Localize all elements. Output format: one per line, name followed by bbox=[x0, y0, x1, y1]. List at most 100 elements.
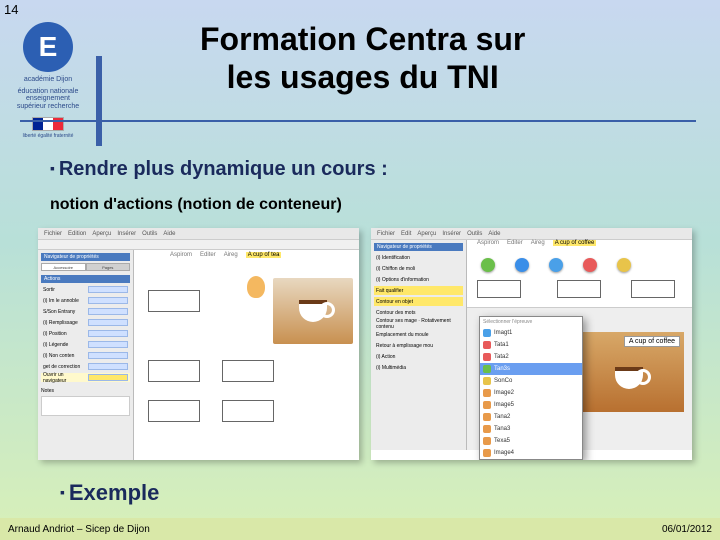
dropdown-item[interactable]: Tana2 bbox=[480, 411, 582, 423]
property-row[interactable]: (i) Im le annoble bbox=[41, 296, 130, 305]
panel-tab[interactable]: Pages bbox=[86, 263, 131, 271]
dropdown-item[interactable]: Image4 bbox=[480, 447, 582, 459]
menu-item[interactable]: Aide bbox=[163, 231, 175, 237]
color-dots bbox=[481, 258, 631, 272]
screenshot-left: Fichier Edition Aperçu Insérer Outils Ai… bbox=[38, 228, 359, 460]
dropdown-item-label: Imagt1 bbox=[494, 330, 512, 336]
menu-item[interactable]: Insérer bbox=[117, 231, 136, 237]
property-row[interactable]: (i) Chiffon de moli bbox=[374, 264, 463, 273]
divider-vertical bbox=[96, 56, 102, 146]
dropdown-item[interactable]: Texa5 bbox=[480, 435, 582, 447]
prop-value[interactable] bbox=[88, 341, 128, 348]
color-swatch-icon bbox=[483, 377, 491, 385]
dropdown-item[interactable]: Tan3s bbox=[480, 363, 582, 375]
property-row[interactable]: (i) Multimédia bbox=[374, 363, 463, 372]
prop-value[interactable] bbox=[88, 330, 128, 337]
prop-label: (i) Remplissage bbox=[43, 320, 78, 326]
footer: Arnaud Andriot – Sicep de Dijon 06/01/20… bbox=[0, 518, 720, 540]
prop-label: Sortir bbox=[43, 287, 55, 293]
dropdown-item[interactable]: Image5 bbox=[480, 399, 582, 411]
color-swatch-icon bbox=[483, 437, 491, 445]
color-dot[interactable] bbox=[549, 258, 563, 272]
menu-item[interactable]: Aide bbox=[488, 231, 500, 237]
property-row-highlighted[interactable]: Contour en objet bbox=[374, 297, 463, 306]
canvas-tab[interactable]: Editer bbox=[507, 240, 523, 246]
dropdown-item[interactable]: SonCo bbox=[480, 375, 582, 387]
callout-box bbox=[631, 280, 675, 298]
menu-item[interactable]: Aperçu bbox=[417, 231, 436, 237]
color-swatch-icon bbox=[483, 329, 491, 337]
canvas-tab[interactable]: Aireg bbox=[224, 252, 238, 258]
property-row[interactable]: (i) Remplissage bbox=[41, 318, 130, 327]
menu-item[interactable]: Fichier bbox=[377, 231, 395, 237]
menu-item[interactable]: Edition bbox=[68, 231, 86, 237]
color-dot[interactable] bbox=[481, 258, 495, 272]
prop-value[interactable] bbox=[88, 374, 128, 381]
property-row[interactable]: Contour des mots bbox=[374, 308, 463, 317]
properties-panel: Navigateur de propriétés (i) Identificat… bbox=[371, 240, 467, 450]
canvas-tab[interactable]: Editer bbox=[200, 252, 216, 258]
photo-coffee: A cup of coffee bbox=[574, 332, 684, 412]
canvas-tab-active[interactable]: A cup of coffee bbox=[553, 240, 597, 246]
menu-item[interactable]: Outils bbox=[142, 231, 157, 237]
property-row[interactable]: get de correction bbox=[41, 362, 130, 371]
canvas-top: Aspirom Editer Aireg A cup of coffee bbox=[467, 240, 692, 308]
cup-icon bbox=[299, 300, 327, 322]
prop-label: Ouvrir un navigateur bbox=[43, 372, 88, 384]
prop-label: Retour à emplissage mou bbox=[376, 343, 433, 349]
example-heading: Exemple bbox=[60, 480, 159, 506]
property-row[interactable]: (i) Non conten bbox=[41, 351, 130, 360]
dropdown-item[interactable]: Image2 bbox=[480, 387, 582, 399]
dropdown-item[interactable]: Imagt1 bbox=[480, 327, 582, 339]
property-row[interactable]: (i) Options d'information bbox=[374, 275, 463, 284]
color-swatch-icon bbox=[483, 449, 491, 457]
menu-item[interactable]: Fichier bbox=[44, 231, 62, 237]
property-row[interactable]: (i) Position bbox=[41, 329, 130, 338]
prop-value[interactable] bbox=[88, 286, 128, 293]
property-row[interactable]: (i) Action bbox=[374, 352, 463, 361]
canvas-tab-active[interactable]: A cup of tea bbox=[246, 252, 282, 258]
dropdown-item[interactable]: Tata2 bbox=[480, 351, 582, 363]
prop-value[interactable] bbox=[88, 308, 128, 315]
prop-label: (i) Action bbox=[376, 354, 395, 360]
property-row[interactable]: Emplacement du moule bbox=[374, 330, 463, 339]
prop-value[interactable] bbox=[88, 319, 128, 326]
panel-tabs: Accessoire Pages bbox=[41, 263, 130, 271]
property-row-highlighted[interactable]: Ouvrir un navigateur bbox=[41, 373, 130, 382]
photo-tea bbox=[273, 278, 353, 344]
dropdown-item[interactable]: Tata1 bbox=[480, 339, 582, 351]
menu-item[interactable]: Outils bbox=[467, 231, 482, 237]
panel-tab[interactable]: Accessoire bbox=[41, 263, 86, 271]
color-swatch-icon bbox=[483, 353, 491, 361]
flag-icon bbox=[32, 117, 64, 131]
prop-value[interactable] bbox=[88, 297, 128, 304]
menu-item[interactable]: Edit bbox=[401, 231, 411, 237]
property-row[interactable]: (i) Identification bbox=[374, 253, 463, 262]
canvas-tab[interactable]: Aireg bbox=[531, 240, 545, 246]
selection-dropdown[interactable]: Sélectionner l'épreuve Imagt1Tata1Tata2T… bbox=[479, 316, 583, 460]
property-row[interactable]: Retour à emplissage mou bbox=[374, 341, 463, 350]
canvas-tab[interactable]: Aspirom bbox=[477, 240, 499, 246]
prop-value[interactable] bbox=[88, 352, 128, 359]
footer-author: Arnaud Andriot – Sicep de Dijon bbox=[8, 524, 150, 535]
prop-label: Emplacement du moule bbox=[376, 332, 429, 338]
property-row[interactable]: S/Son Entrany bbox=[41, 307, 130, 316]
color-dot[interactable] bbox=[617, 258, 631, 272]
color-dot[interactable] bbox=[515, 258, 529, 272]
prop-value[interactable] bbox=[88, 363, 128, 370]
dropdown-item[interactable]: Tana3 bbox=[480, 423, 582, 435]
canvas-tab[interactable]: Aspirom bbox=[170, 252, 192, 258]
tool-bar bbox=[38, 240, 359, 250]
menu-item[interactable]: Aperçu bbox=[92, 231, 111, 237]
property-row[interactable]: (i) Légende bbox=[41, 340, 130, 349]
property-row[interactable]: Sortir bbox=[41, 285, 130, 294]
dropdown-item-label: Tan3s bbox=[494, 366, 510, 372]
menu-item[interactable]: Insérer bbox=[442, 231, 461, 237]
menu-bar: Fichier Edition Aperçu Insérer Outils Ai… bbox=[38, 228, 359, 240]
notes-area[interactable] bbox=[41, 396, 130, 416]
property-row-highlighted[interactable]: Fait qualifier bbox=[374, 286, 463, 295]
property-row[interactable]: Contour ses mage · Rotativement contenu bbox=[374, 319, 463, 328]
callout-box bbox=[148, 360, 200, 382]
color-dot[interactable] bbox=[583, 258, 597, 272]
panel-title: Navigateur de propriétés bbox=[41, 253, 130, 261]
